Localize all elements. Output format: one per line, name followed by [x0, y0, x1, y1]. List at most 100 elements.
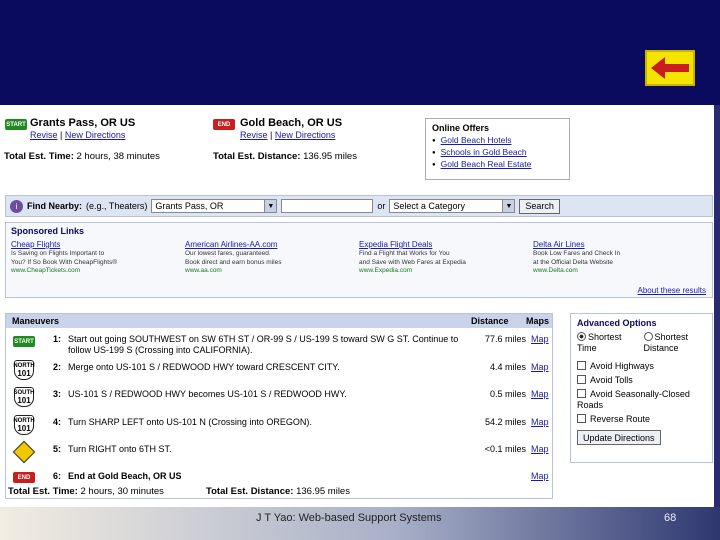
start-city: Grants Pass, OR US [30, 117, 136, 129]
maneuvers-header: Maneuvers Distance Maps [6, 314, 552, 328]
offer-link[interactable]: Gold Beach Real Estate [441, 159, 532, 169]
top-total-distance-label: Total Est. Distance: [213, 151, 301, 162]
ad-url: www.CheapTickets.com [11, 267, 81, 274]
shortest-time-radio[interactable]: Shortest Time [577, 332, 640, 354]
sponsored-links: Sponsored Links Cheap Flights Is Saving … [5, 222, 713, 298]
us-101-shield-icon: SOUTH 101 [14, 387, 35, 407]
ad-item: American Airlines-AA.com Our lowest fare… [185, 240, 359, 276]
ad-title-link[interactable]: Cheap Flights [11, 240, 179, 250]
link-separator: | [60, 130, 63, 140]
offer-link[interactable]: Schools in Gold Beach [441, 147, 527, 157]
step-map-link[interactable]: Map [531, 334, 549, 344]
find-nearby-hint: (e.g., Theaters) [86, 201, 148, 211]
end-links: Revise | New Directions [240, 130, 335, 140]
online-offers-title: Online Offers [432, 123, 490, 133]
start-links: Revise | New Directions [30, 130, 125, 140]
ad-text: Our lowest fares, guaranteed. [185, 250, 271, 257]
step-number: 4: [53, 417, 62, 427]
location-select-value: Grants Pass, OR [155, 201, 224, 211]
ad-title-link[interactable]: Delta Air Lines [533, 240, 701, 250]
bottom-total-time-value: 2 hours, 30 minutes [80, 486, 164, 497]
step-number: 3: [53, 389, 62, 399]
maneuvers-table: Maneuvers Distance Maps START 1: Start o… [5, 313, 553, 499]
ad-text: at the Official Delta Website [533, 258, 613, 266]
page-number: 68 [664, 512, 677, 524]
step-description: US-101 S / REDWOOD HWY becomes US-101 S … [68, 389, 347, 399]
slide-side-bar [714, 105, 720, 507]
top-total-distance-value: 136.95 miles [303, 151, 357, 162]
us-101-shield-icon: NORTH 101 [13, 415, 35, 435]
online-offers-box: Online Offers Gold Beach Hotels Schools … [425, 118, 570, 180]
chevron-down-icon: ▼ [502, 200, 515, 212]
step-distance: <0.1 miles [484, 444, 526, 454]
avoid-seasonal-checkbox[interactable]: Avoid Seasonally-Closed Roads [577, 389, 706, 411]
back-button[interactable] [645, 50, 695, 86]
step-distance: 77.6 miles [484, 334, 526, 344]
step-distance: 4.4 miles [489, 362, 526, 372]
update-directions-button[interactable]: Update Directions [577, 430, 661, 445]
footer-text: J T Yao: Web-based Support Systems [256, 512, 442, 524]
ad-title-link[interactable]: Expedia Flight Deals [359, 240, 527, 250]
category-select[interactable]: Select a Category ▼ [389, 199, 516, 213]
turn-right-sign-icon [12, 440, 36, 464]
route-summary: START Grants Pass, OR US Revise | New Di… [0, 105, 720, 180]
slide-footer: J T Yao: Web-based Support Systems 68 [0, 507, 720, 540]
top-total-time-value: 2 hours, 38 minutes [76, 151, 160, 162]
back-arrow-icon [651, 57, 689, 79]
end-city: Gold Beach, OR US [240, 117, 343, 129]
step-description: Turn RIGHT onto 6TH ST. [68, 444, 172, 454]
ad-title-link[interactable]: American Airlines-AA.com [185, 240, 353, 250]
about-results-link[interactable]: About these results [638, 286, 706, 295]
nearby-text-input[interactable] [281, 199, 374, 213]
ad-text: and Save with Web Fares at Expedia [359, 258, 466, 266]
advanced-options-panel: Advanced Options Shortest Time Shortest … [570, 313, 713, 463]
bottom-total-distance: Total Est. Distance: 136.95 miles [206, 486, 350, 497]
top-total-distance: Total Est. Distance: 136.95 miles [213, 151, 357, 162]
step-map-link[interactable]: Map [531, 417, 549, 427]
step-map-link[interactable]: Map [531, 444, 549, 454]
ad-url: www.Delta.com [533, 267, 578, 274]
step-description: Merge onto US-101 S / REDWOOD HWY toward… [68, 362, 340, 372]
step-map-link[interactable]: Map [531, 389, 549, 399]
start-revise-link[interactable]: Revise [30, 130, 58, 140]
top-total-time: Total Est. Time: 2 hours, 38 minutes [4, 151, 160, 162]
end-revise-link[interactable]: Revise [240, 130, 268, 140]
info-icon: i [10, 199, 23, 213]
ad-item: Expedia Flight Deals Find a Flight that … [359, 240, 533, 276]
ad-text: Is Saving on Flights Important to [11, 250, 105, 257]
advanced-options-title: Advanced Options [577, 318, 657, 328]
bottom-total-distance-value: 136.95 miles [296, 486, 350, 497]
ad-text: Find a Flight that Works for You [359, 250, 450, 257]
bottom-total-time: Total Est. Time: 2 hours, 30 minutes [8, 486, 164, 497]
link-separator: | [270, 130, 273, 140]
start-flag-icon: START [5, 119, 27, 130]
maneuvers-column-header: Maneuvers [12, 316, 60, 326]
offer-link[interactable]: Gold Beach Hotels [441, 135, 512, 145]
bottom-total-distance-label: Total Est. Distance: [206, 486, 294, 497]
shortest-distance-radio[interactable]: Shortest Distance [643, 332, 707, 354]
ad-item: Delta Air Lines Book Low Fares and Check… [533, 240, 707, 276]
avoid-tolls-checkbox[interactable]: Avoid Tolls [577, 375, 706, 386]
step-number: 6: [53, 471, 62, 481]
end-flag-icon: END [213, 119, 235, 130]
find-nearby-bar: i Find Nearby: (e.g., Theaters) Grants P… [5, 195, 713, 217]
top-total-time-label: Total Est. Time: [4, 151, 74, 162]
checkbox-icon [577, 389, 586, 398]
ad-text: Book direct and earn bonus miles [185, 258, 282, 266]
us-101-shield-icon: NORTH 101 [13, 360, 35, 380]
reverse-route-checkbox[interactable]: Reverse Route [577, 414, 706, 425]
avoid-highways-checkbox[interactable]: Avoid Highways [577, 361, 706, 372]
sponsored-links-title: Sponsored Links [11, 226, 85, 236]
step-map-link[interactable]: Map [531, 471, 549, 481]
chevron-down-icon: ▼ [264, 200, 277, 212]
find-nearby-label: Find Nearby: [27, 201, 83, 211]
ad-text: You? If So Book With CheapFlights® [11, 258, 118, 266]
end-flag-icon: END [13, 472, 35, 483]
checkbox-icon [577, 414, 586, 423]
step-number: 5: [53, 444, 62, 454]
location-select[interactable]: Grants Pass, OR ▼ [151, 199, 278, 213]
end-new-directions-link[interactable]: New Directions [275, 130, 336, 140]
start-new-directions-link[interactable]: New Directions [65, 130, 126, 140]
search-button[interactable]: Search [519, 198, 560, 214]
step-map-link[interactable]: Map [531, 362, 549, 372]
